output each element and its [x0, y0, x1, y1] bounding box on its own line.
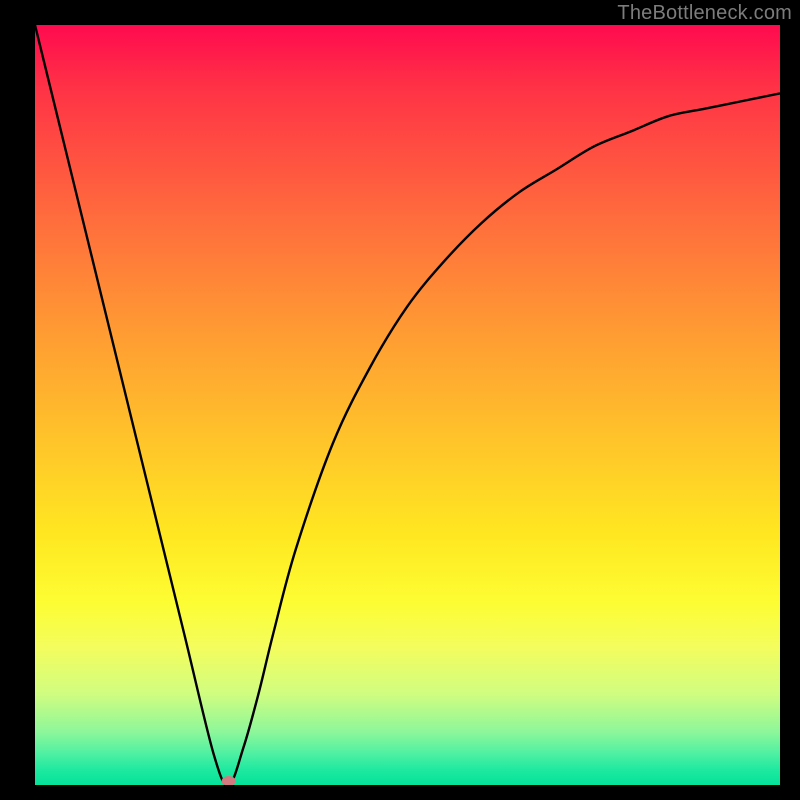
watermark-text: TheBottleneck.com	[617, 2, 792, 25]
bottleneck-curve	[35, 25, 780, 785]
curve-path	[35, 25, 780, 785]
plot-area	[35, 25, 780, 785]
chart-frame: TheBottleneck.com	[0, 0, 800, 800]
